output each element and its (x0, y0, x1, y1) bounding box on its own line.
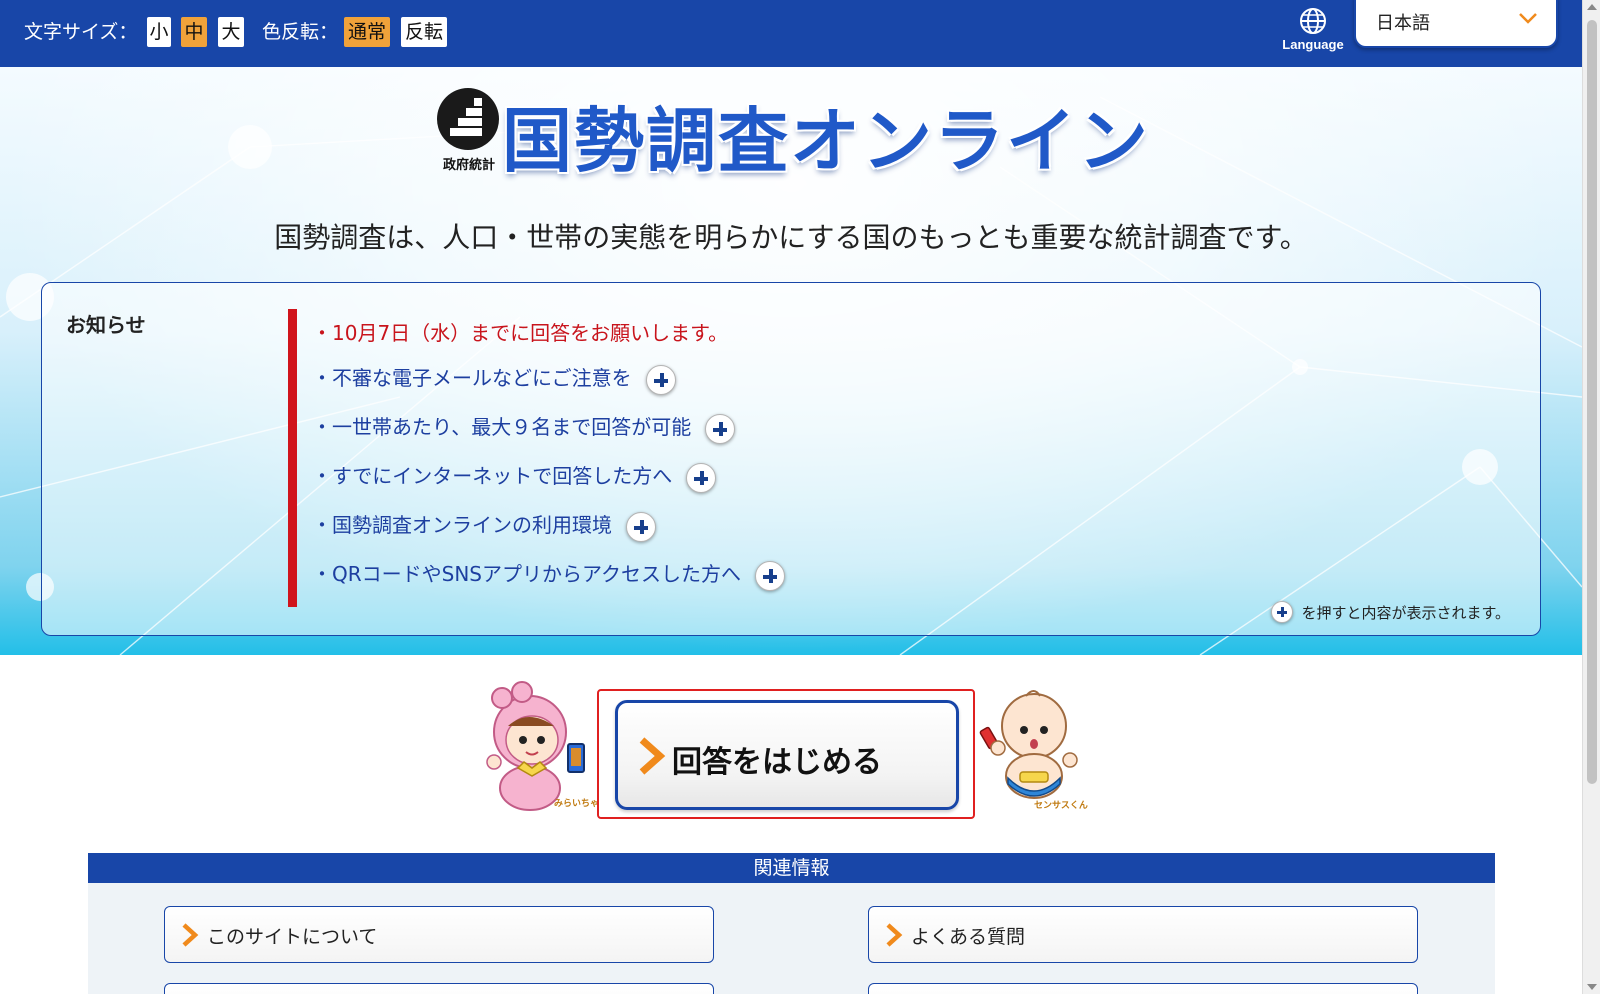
svg-text:センサスくん: センサスくん (1034, 800, 1088, 810)
expand-plus-icon[interactable] (755, 560, 785, 591)
logo-subtitle: 政府統計 (442, 158, 495, 173)
related-link-partial[interactable] (868, 983, 1418, 994)
language-button[interactable]: Language (1278, 5, 1348, 53)
notice-hint-text: を押すと内容が表示されます。 (1301, 604, 1510, 622)
chevron-right-icon (181, 923, 199, 951)
chevron-right-icon (885, 923, 903, 951)
globe-icon (1278, 6, 1348, 36)
color-normal-button[interactable]: 通常 (344, 17, 390, 47)
chevron-right-icon (636, 737, 666, 779)
top-bar: 文字サイズ： 小 中 大 色反転： 通常 反転 Language 日本語 (0, 0, 1582, 67)
start-button-frame: 回答をはじめる (597, 689, 975, 819)
page-scrollbar[interactable] (1582, 0, 1600, 994)
hero-section: 政府統計 国勢調査オンライン 国勢調査は、人口・世帯の実態を明らかにする国のもっ… (0, 67, 1582, 655)
related-info-heading: 関連情報 (88, 853, 1495, 883)
related-link-partial[interactable] (164, 983, 714, 994)
faq-label: よくある質問 (911, 926, 1026, 948)
font-size-medium-button[interactable]: 中 (181, 17, 207, 47)
svg-text:みらいちゃん: みらいちゃん (554, 798, 602, 809)
scroll-up-icon[interactable] (1587, 4, 1597, 10)
notice-title: お知らせ (66, 313, 146, 337)
expand-plus-icon[interactable] (645, 364, 676, 395)
about-site-label: このサイトについて (207, 926, 378, 948)
expand-plus-icon[interactable] (705, 413, 736, 444)
scroll-down-icon[interactable] (1587, 984, 1597, 990)
notice-item-environment[interactable]: ・国勢調査オンラインの利用環境 (312, 509, 656, 542)
expand-plus-icon[interactable] (626, 511, 656, 542)
related-info-panel: このサイトについて よくある質問 (88, 883, 1495, 994)
notice-panel: お知らせ ・10月7日（水）までに回答をお願いします。 ・不審な電子メールなどに… (41, 282, 1541, 636)
about-site-link[interactable]: このサイトについて (164, 906, 714, 963)
notice-item-text: ・10月7日（水）までに回答をお願いします。 (312, 321, 729, 345)
notice-item-text: ・QRコードやSNSアプリからアクセスした方へ (312, 562, 741, 586)
expand-plus-icon[interactable] (686, 462, 717, 493)
tagline: 国勢調査は、人口・世帯の実態を明らかにする国のもっとも重要な統計調査です。 (274, 221, 1308, 254)
start-answer-label: 回答をはじめる (672, 745, 882, 780)
font-size-large-button[interactable]: 大 (218, 17, 244, 47)
notice-hint: を押すと内容が表示されます。 (1271, 601, 1510, 623)
notice-item-phishing[interactable]: ・不審な電子メールなどにご注意を (312, 362, 676, 395)
statistics-logo-icon (437, 88, 499, 150)
notice-item-qr-sns[interactable]: ・QRコードやSNSアプリからアクセスした方へ (312, 558, 785, 591)
faq-link[interactable]: よくある質問 (868, 906, 1418, 963)
mascot-census: センサスくん (974, 680, 1102, 814)
scrollbar-thumb[interactable] (1587, 20, 1597, 784)
color-invert-label: 色反転： (262, 21, 339, 43)
notice-item-deadline: ・10月7日（水）までに回答をお願いします。 (312, 317, 728, 346)
mascot-mirai: みらいちゃん (482, 680, 608, 816)
font-size-label: 文字サイズ： (24, 21, 138, 43)
language-select-value: 日本語 (1376, 13, 1430, 34)
chevron-down-icon (1518, 10, 1538, 29)
notice-item-text: ・国勢調査オンラインの利用環境 (312, 513, 612, 537)
start-answer-button[interactable]: 回答をはじめる (615, 700, 959, 810)
plus-icon (1271, 601, 1294, 623)
notice-item-already-answered[interactable]: ・すでにインターネットで回答した方へ (312, 460, 717, 493)
notice-item-text: ・すでにインターネットで回答した方へ (312, 464, 673, 488)
font-size-small-button[interactable]: 小 (147, 17, 171, 47)
notice-item-household-limit[interactable]: ・一世帯あたり、最大９名まで回答が可能 (312, 411, 736, 444)
government-statistics-logo: 政府統計 (434, 88, 502, 173)
notice-item-text: ・不審な電子メールなどにご注意を (312, 366, 632, 390)
language-label: Language (1282, 37, 1344, 52)
notice-item-text: ・一世帯あたり、最大９名まで回答が可能 (312, 415, 692, 439)
language-select[interactable]: 日本語 (1354, 0, 1558, 48)
notice-accent-bar (288, 309, 297, 607)
site-title: 国勢調査オンライン (502, 100, 1150, 182)
color-invert-button[interactable]: 反転 (401, 17, 447, 47)
